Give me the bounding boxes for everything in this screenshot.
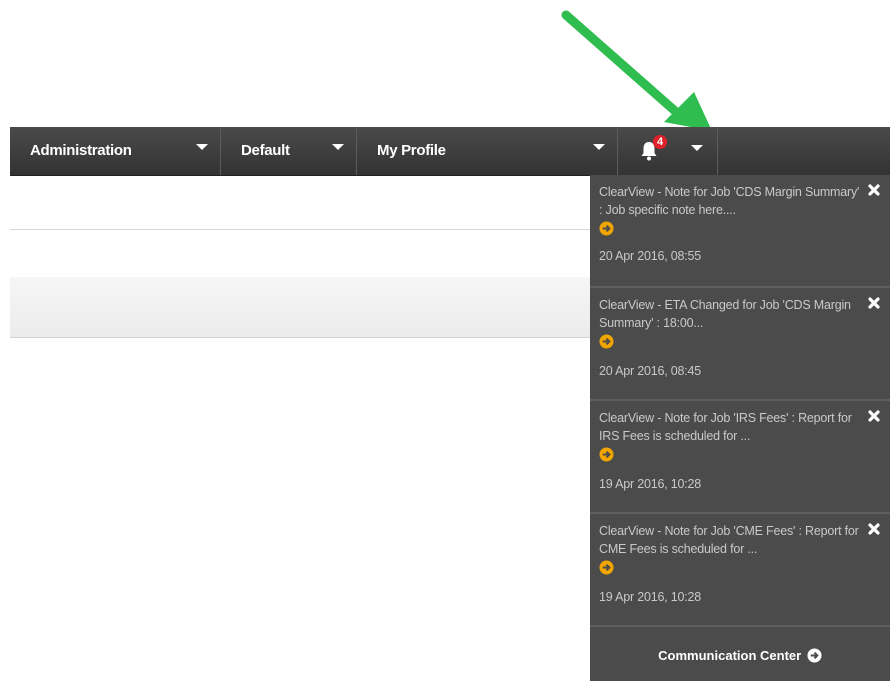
notification-message: ClearView - Note for Job 'CDS Margin Sum… — [599, 185, 860, 217]
content-header-band — [10, 277, 590, 338]
arrow-circle-right-icon[interactable] — [599, 221, 614, 236]
notification-count-badge: 4 — [653, 135, 667, 149]
chevron-down-icon — [691, 145, 703, 151]
notification-time: 19 Apr 2016, 10:28 — [599, 590, 702, 604]
notification-item[interactable]: ClearView - Note for Job 'IRS Fees' : Re… — [590, 401, 890, 514]
notification-time: 19 Apr 2016, 10:28 — [599, 477, 702, 491]
nav-administration-label: Administration — [30, 142, 132, 159]
notification-item[interactable]: ClearView - Note for Job 'CDS Margin Sum… — [590, 175, 890, 288]
chevron-down-icon — [593, 144, 605, 150]
arrow-circle-right-icon[interactable] — [599, 560, 614, 575]
chevron-down-icon — [196, 144, 208, 150]
arrow-circle-right-icon — [807, 648, 822, 663]
top-navbar: Administration Default My Profile 4 — [10, 127, 890, 176]
arrow-circle-right-icon[interactable] — [599, 334, 614, 349]
notification-item[interactable]: ClearView - ETA Changed for Job 'CDS Mar… — [590, 288, 890, 401]
communication-center-label: Communication Center — [658, 648, 802, 663]
notification-message: ClearView - Note for Job 'IRS Fees' : Re… — [599, 411, 852, 443]
nav-default-label: Default — [241, 142, 290, 159]
close-icon[interactable] — [868, 184, 880, 196]
close-icon[interactable] — [868, 297, 880, 309]
nav-my-profile-menu[interactable]: My Profile — [357, 127, 618, 175]
nav-default-menu[interactable]: Default — [221, 127, 357, 175]
notifications-menu[interactable]: 4 — [618, 127, 718, 175]
notifications-dropdown: ClearView - Note for Job 'CDS Margin Sum… — [590, 175, 890, 681]
nav-my-profile-label: My Profile — [377, 142, 446, 159]
notification-message: ClearView - ETA Changed for Job 'CDS Mar… — [599, 298, 851, 330]
close-icon[interactable] — [868, 523, 880, 535]
notification-item[interactable]: ClearView - Note for Job 'CME Fees' : Re… — [590, 514, 890, 627]
notification-message: ClearView - Note for Job 'CME Fees' : Re… — [599, 524, 859, 556]
nav-administration-menu[interactable]: Administration — [10, 127, 221, 175]
notification-time: 20 Apr 2016, 08:45 — [599, 364, 702, 378]
close-icon[interactable] — [868, 410, 880, 422]
communication-center-link[interactable]: Communication Center — [590, 631, 890, 681]
content-divider — [10, 229, 590, 230]
chevron-down-icon — [332, 144, 344, 150]
arrow-circle-right-icon[interactable] — [599, 447, 614, 462]
notification-time: 20 Apr 2016, 08:55 — [599, 249, 702, 263]
